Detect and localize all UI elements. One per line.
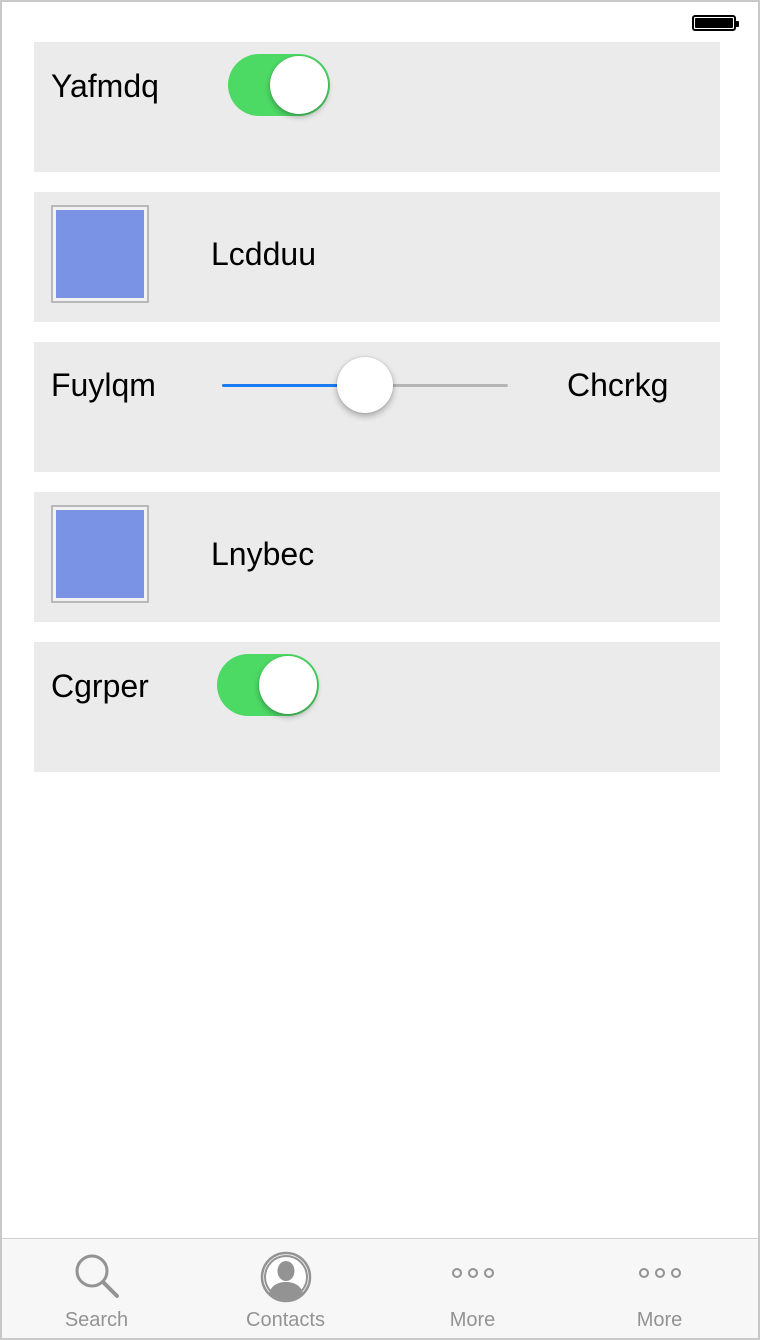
toggle-label: Cgrper xyxy=(51,668,149,704)
swatch-row-lcdduu: Lcdduu xyxy=(34,192,720,322)
slider-row: Fuylqm Chcrkg xyxy=(34,342,720,472)
toggle-knob xyxy=(259,656,317,714)
toggle-row-cgrper: Cgrper xyxy=(34,642,720,772)
swatch-row-lnybec: Lnybec xyxy=(34,492,720,622)
color-fill xyxy=(56,510,144,598)
more-icon xyxy=(451,1268,494,1278)
more-icon xyxy=(638,1268,681,1278)
tab-label: More xyxy=(449,1309,496,1331)
color-swatch[interactable] xyxy=(51,505,149,603)
tab-bar: Search Contacts More More xyxy=(2,1238,758,1338)
search-icon xyxy=(75,1254,119,1298)
tab-label: Contacts xyxy=(246,1309,325,1331)
tab-label: More xyxy=(636,1309,683,1331)
tab-contacts[interactable]: Contacts xyxy=(191,1239,380,1338)
contacts-icon xyxy=(260,1251,311,1303)
swatch-label: Lnybec xyxy=(211,536,315,572)
color-fill xyxy=(56,210,144,298)
toggle-knob xyxy=(270,56,328,114)
toggle-label: Yafmdq xyxy=(51,68,159,104)
tab-more[interactable]: More xyxy=(378,1239,567,1338)
tab-label: Search xyxy=(64,1309,129,1331)
slider[interactable] xyxy=(222,356,508,416)
swatch-label: Lcdduu xyxy=(211,236,316,272)
battery-icon xyxy=(692,15,739,31)
slider-min-label: Fuylqm xyxy=(51,367,156,403)
color-swatch[interactable] xyxy=(51,205,149,303)
slider-thumb[interactable] xyxy=(337,357,393,413)
toggle-switch[interactable] xyxy=(228,54,330,116)
tab-search[interactable]: Search xyxy=(2,1239,191,1338)
slider-max-label: Chcrkg xyxy=(567,367,669,403)
tab-more-2[interactable]: More xyxy=(565,1239,754,1338)
app-screen: Yafmdq Lcdduu Fuylqm Chcrkg Lnybec Cgrpe… xyxy=(0,0,760,1340)
toggle-row-yafmdq: Yafmdq xyxy=(34,42,720,172)
toggle-switch[interactable] xyxy=(217,654,319,716)
